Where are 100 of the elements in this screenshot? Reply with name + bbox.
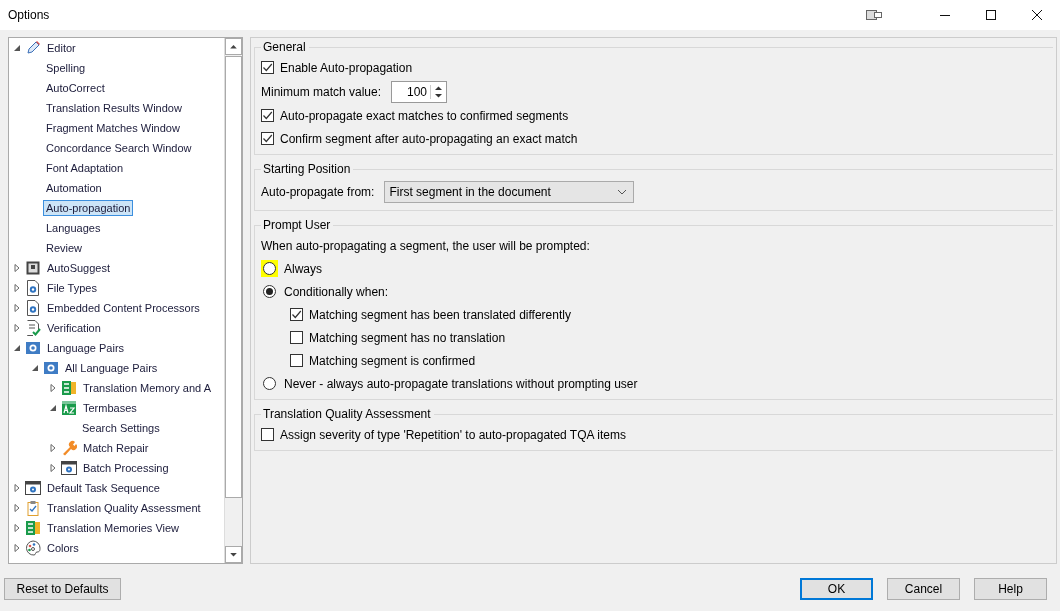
window-icon — [25, 260, 41, 276]
checkbox-label[interactable]: Matching segment has been translated differently — [309, 307, 571, 322]
prompt-text: When auto-propagating a segment, the user will be prompted: — [261, 238, 590, 253]
clipboard-icon — [25, 500, 41, 516]
tree-item[interactable]: Translation Results Window — [43, 100, 185, 116]
tree-item[interactable]: Translation Memory and A — [80, 380, 214, 396]
tree-item[interactable]: Concordance Search Window — [43, 140, 195, 156]
checkbox[interactable] — [290, 354, 303, 367]
checkbox[interactable] — [290, 308, 303, 321]
checkbox-label[interactable]: Auto-propagate exact matches to confirmed segments — [280, 108, 569, 123]
checkbox-label[interactable]: Matching segment has no translation — [309, 330, 506, 345]
tree-item[interactable]: Translation Quality Assessment — [44, 500, 204, 516]
number-spinner[interactable]: 100 — [391, 80, 448, 103]
collapsed-arrow-icon[interactable] — [49, 444, 57, 452]
radio-label[interactable]: Conditionally when: — [284, 284, 389, 299]
dialog-button[interactable]: OK — [800, 577, 873, 600]
up-arrow-icon[interactable] — [434, 84, 444, 91]
dialog-button[interactable]: Cancel — [887, 577, 960, 600]
expanded-arrow-icon[interactable] — [13, 344, 21, 352]
tree-item[interactable]: Editor — [44, 40, 79, 56]
chevron-down-icon — [617, 189, 628, 195]
tree-item[interactable]: Spelling — [43, 60, 89, 76]
database-icon — [25, 520, 41, 536]
wrench-icon — [61, 440, 77, 456]
close-icon[interactable] — [1031, 9, 1043, 21]
tree-item[interactable]: Verification — [44, 320, 104, 336]
globe-icon — [25, 340, 41, 356]
collapsed-arrow-icon[interactable] — [13, 284, 21, 292]
group-title: Prompt User — [262, 218, 332, 232]
collapsed-arrow-icon[interactable] — [13, 484, 21, 492]
dialog-button[interactable]: Help — [974, 577, 1047, 600]
tree-item[interactable]: Default Task Sequence — [44, 480, 163, 496]
field-label: Auto-propagate from: — [261, 185, 375, 199]
expanded-arrow-icon[interactable] — [49, 404, 57, 412]
gear-window-icon — [25, 480, 41, 496]
tree-item[interactable]: Languages — [43, 220, 104, 236]
reset-button[interactable]: Reset to Defaults — [4, 577, 121, 600]
checkbox-label[interactable]: Matching segment is confirmed — [309, 353, 476, 368]
collapsed-arrow-icon[interactable] — [49, 464, 57, 472]
scroll-down-icon[interactable] — [225, 546, 242, 563]
collapsed-arrow-icon[interactable] — [13, 524, 21, 532]
checkbox[interactable] — [261, 132, 274, 145]
gear-window-icon — [61, 460, 77, 476]
collapsed-arrow-icon[interactable] — [49, 384, 57, 392]
group-title: Starting Position — [262, 162, 352, 176]
palette-icon — [25, 540, 41, 556]
radio-label[interactable]: Always — [284, 261, 322, 276]
tree-item[interactable]: Search Settings — [79, 420, 163, 436]
database-icon — [61, 380, 77, 396]
checkbox[interactable] — [261, 109, 274, 122]
tree-item[interactable]: Embedded Content Processors — [44, 300, 203, 316]
tree-item[interactable]: Automation — [43, 180, 105, 196]
maximize-icon[interactable] — [985, 9, 997, 21]
pencil-icon — [25, 40, 41, 56]
expanded-arrow-icon[interactable] — [31, 364, 39, 372]
tree-item[interactable]: AutoSuggest — [44, 260, 113, 276]
collapsed-arrow-icon[interactable] — [13, 504, 21, 512]
gear-document-icon — [25, 300, 41, 316]
gear-document-icon — [25, 280, 41, 296]
dropdown[interactable]: First segment in the document — [384, 181, 635, 203]
window-title: Options — [8, 8, 50, 22]
radio-button[interactable] — [261, 375, 278, 392]
scrollbar-thumb[interactable] — [225, 56, 242, 498]
field-label: Minimum match value: — [261, 84, 382, 99]
checkbox-label[interactable]: Confirm segment after auto-propagating an exact match — [280, 131, 578, 146]
tree-item[interactable]: Auto-propagation — [43, 200, 134, 216]
tree-item[interactable]: Review — [43, 240, 86, 256]
group-title: Translation Quality Assessment — [262, 407, 432, 421]
tree-item[interactable]: Fragment Matches Window — [43, 120, 183, 136]
checkbox[interactable] — [261, 428, 274, 441]
radio-button[interactable] — [261, 283, 278, 300]
radio-button[interactable] — [261, 260, 278, 277]
tree-item[interactable]: All Language Pairs — [62, 360, 161, 376]
tree-item[interactable]: File Types — [44, 280, 100, 296]
tree-item[interactable]: AutoCorrect — [43, 80, 108, 96]
scrollbar[interactable] — [224, 38, 242, 563]
checkbox[interactable] — [261, 61, 274, 74]
group-title: General — [262, 40, 307, 54]
scroll-up-icon[interactable] — [225, 38, 242, 55]
tree-item[interactable]: Colors — [44, 540, 82, 556]
tree-item[interactable]: Language Pairs — [44, 340, 128, 356]
collapsed-arrow-icon[interactable] — [13, 304, 21, 312]
tree-item[interactable]: Match Repair — [80, 440, 152, 456]
checkbox-label[interactable]: Assign severity of type 'Repetition' to auto-propagated TQA items — [280, 427, 626, 442]
radio-label[interactable]: Never - always auto-propagate translations without prompting user — [284, 376, 638, 391]
collapsed-arrow-icon[interactable] — [13, 324, 21, 332]
collapsed-arrow-icon[interactable] — [13, 264, 21, 272]
checkbox[interactable] — [290, 331, 303, 344]
window-icon[interactable] — [866, 10, 882, 20]
collapsed-arrow-icon[interactable] — [13, 544, 21, 552]
down-arrow-icon[interactable] — [434, 92, 444, 99]
dictionary-icon — [61, 400, 77, 416]
globe-icon — [43, 360, 59, 376]
tree-item[interactable]: Font Adaptation — [43, 160, 127, 176]
expanded-arrow-icon[interactable] — [13, 44, 21, 52]
checked-document-icon — [25, 320, 41, 336]
tree-item[interactable]: Batch Processing — [80, 460, 172, 476]
tree-item[interactable]: Translation Memories View — [44, 520, 183, 536]
checkbox-label[interactable]: Enable Auto-propagation — [280, 60, 413, 75]
tree-item[interactable]: Termbases — [80, 400, 140, 416]
